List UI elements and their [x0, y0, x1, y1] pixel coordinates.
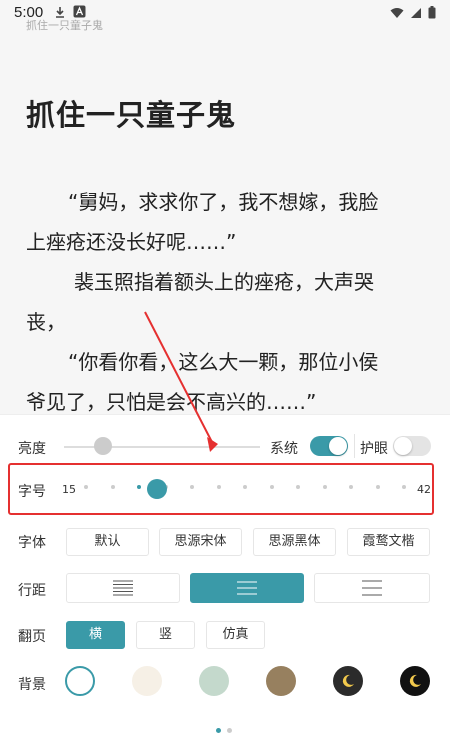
line-spacing-loose[interactable]: [314, 573, 430, 603]
chapter-title: 抓住一只童子鬼: [26, 98, 237, 132]
font-size-min: 15: [62, 483, 76, 496]
font-size-step-dot[interactable]: [110, 485, 115, 489]
font-size-step-dot[interactable]: [269, 485, 274, 489]
font-size-step-dot[interactable]: [322, 485, 327, 489]
eye-care-label: 护眼: [360, 441, 388, 457]
font-option-source-han-serif[interactable]: 思源宋体: [159, 528, 242, 556]
font-size-step-dot[interactable]: [243, 485, 247, 489]
battery-icon: [428, 6, 436, 19]
page-turn-label: 翻页: [18, 629, 46, 645]
paragraph-line: 丧，: [26, 310, 66, 334]
signal-icon: [411, 7, 421, 18]
page-turn-simulation[interactable]: 仿真: [206, 621, 265, 649]
background-white[interactable]: [65, 666, 95, 696]
font-size-step-dot[interactable]: [190, 485, 194, 489]
line-spacing-medium[interactable]: [190, 573, 304, 603]
font-size-step-dot[interactable]: [216, 485, 221, 489]
brightness-label: 亮度: [18, 441, 46, 457]
background-green[interactable]: [199, 666, 229, 696]
font-option-source-han-sans[interactable]: 思源黑体: [253, 528, 336, 556]
loose-lines-icon: [362, 580, 382, 596]
page-turn-horizontal[interactable]: 横: [66, 621, 125, 649]
toggle-knob: [394, 437, 412, 455]
paragraph-line: “你看你看，这么大一颗，那位小侯: [68, 350, 379, 374]
font-size-max: 42: [417, 483, 431, 496]
page-dot-active: [216, 728, 221, 733]
page-turn-vertical[interactable]: 竖: [136, 621, 195, 649]
font-size-step-dot[interactable]: [349, 485, 353, 489]
background-label: 背景: [18, 677, 46, 693]
font-size-step-dot[interactable]: [402, 485, 406, 489]
system-label: 系统: [270, 441, 298, 457]
background-brown[interactable]: [266, 666, 296, 696]
font-size-step-dot[interactable]: [84, 485, 88, 489]
toggle-knob: [329, 437, 347, 455]
font-size-step-dot[interactable]: [375, 485, 380, 489]
background-night-black[interactable]: [400, 666, 430, 696]
wifi-icon: [390, 7, 404, 18]
line-spacing-dense[interactable]: [66, 573, 180, 603]
dense-lines-icon: [113, 580, 133, 596]
font-size-label: 字号: [18, 484, 46, 500]
page-indicator: [216, 728, 232, 733]
page-dot: [227, 728, 232, 733]
breadcrumb: 抓住一只童子鬼: [26, 19, 103, 32]
font-size-step-dot[interactable]: [296, 485, 300, 489]
moon-icon: [342, 674, 354, 687]
system-toggle[interactable]: [310, 436, 348, 456]
divider: [354, 434, 355, 458]
font-size-thumb[interactable]: [146, 479, 167, 499]
eye-care-toggle[interactable]: [393, 436, 431, 456]
paragraph-line: “舅妈，求求你了，我不想嫁，我脸: [68, 190, 379, 214]
medium-lines-icon: [237, 581, 257, 595]
font-size-step-dot[interactable]: [137, 485, 141, 489]
moon-icon: [409, 674, 421, 687]
font-label: 字体: [18, 535, 46, 551]
background-cream[interactable]: [132, 666, 162, 696]
font-option-default[interactable]: 默认: [66, 528, 149, 556]
paragraph-line: 上痤疮还没长好呢……”: [26, 230, 237, 254]
font-option-lxgw-wenkai[interactable]: 霞鹜文楷: [347, 528, 430, 556]
paragraph-line: 裴玉照指着额头上的痤疮，大声哭: [74, 270, 374, 294]
background-night-dark[interactable]: [333, 666, 363, 696]
line-spacing-label: 行距: [18, 583, 46, 599]
